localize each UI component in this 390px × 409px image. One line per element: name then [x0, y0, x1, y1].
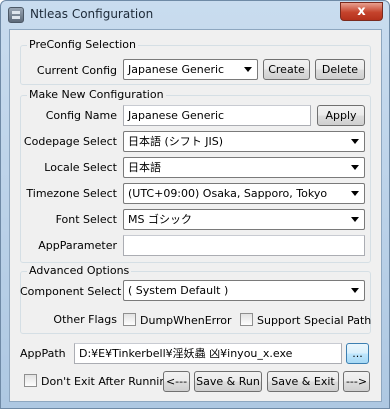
app-path-label: AppPath	[20, 347, 66, 360]
app-parameter-label: AppParameter	[38, 239, 117, 252]
component-value: ( System Default )	[128, 284, 229, 297]
config-window: Ntleas Configuration x PreConfig Selecti…	[0, 0, 390, 409]
config-name-input[interactable]: Japanese Generic	[123, 105, 311, 126]
locale-select[interactable]: 日本語	[123, 157, 365, 178]
timezone-label: Timezone Select	[26, 187, 117, 200]
component-select[interactable]: ( System Default )	[123, 280, 365, 301]
close-button[interactable]: x	[340, 2, 383, 21]
window-title: Ntleas Configuration	[30, 7, 154, 21]
font-select[interactable]: MS ゴシック	[123, 209, 365, 230]
support-special-path-checkbox[interactable]: Support Special Path	[240, 313, 371, 327]
previous-button[interactable]: <---	[163, 371, 190, 392]
app-path-input[interactable]: D:¥E¥Tinkerbell¥淫妖蟲 凶¥inyou_x.exe	[74, 343, 342, 364]
apply-button[interactable]: Apply	[317, 105, 365, 126]
advanced-group-title: Advanced Options	[27, 264, 132, 278]
support-special-path-label: Support Special Path	[257, 314, 372, 327]
dont-exit-box	[24, 374, 37, 387]
dont-exit-checkbox[interactable]: Don't Exit After Running	[24, 374, 173, 388]
save-and-run-button[interactable]: Save & Run	[194, 371, 262, 392]
config-name-label: Config Name	[45, 109, 117, 122]
app-parameter-input[interactable]	[123, 235, 365, 256]
new-config-group-title: Make New Configuration	[27, 88, 166, 102]
timezone-value: (UTC+09:00) Osaka, Sapporo, Tokyo	[128, 187, 328, 200]
create-button[interactable]: Create	[263, 59, 310, 80]
font-label: Font Select	[55, 213, 117, 226]
client-area: PreConfig Selection Current Config Japan…	[9, 29, 382, 402]
delete-button[interactable]: Delete	[315, 59, 365, 80]
locale-value: 日本語	[128, 161, 161, 174]
title-bar[interactable]: Ntleas Configuration x	[1, 1, 389, 29]
support-special-path-box	[240, 313, 253, 326]
save-and-exit-button[interactable]: Save & Exit	[267, 371, 339, 392]
codepage-select[interactable]: 日本語 (シフト JIS)	[123, 131, 365, 152]
app-icon	[8, 7, 24, 23]
codepage-value: 日本語 (シフト JIS)	[128, 135, 224, 148]
preconfig-group-title: PreConfig Selection	[27, 38, 138, 52]
dump-when-error-box	[123, 313, 136, 326]
dump-when-error-checkbox[interactable]: DumpWhenError	[123, 313, 232, 327]
font-value: MS ゴシック	[128, 213, 192, 226]
codepage-label: Codepage Select	[23, 135, 117, 148]
other-flags-label: Other Flags	[53, 313, 117, 326]
current-config-select[interactable]: Japanese Generic	[123, 59, 258, 80]
browse-button[interactable]: ...	[346, 343, 369, 364]
component-label: Component Select	[20, 285, 122, 298]
current-config-value: Japanese Generic	[128, 63, 225, 76]
current-config-label: Current Config	[36, 64, 117, 77]
dump-when-error-label: DumpWhenError	[140, 314, 232, 327]
locale-label: Locale Select	[44, 161, 117, 174]
timezone-select[interactable]: (UTC+09:00) Osaka, Sapporo, Tokyo	[123, 183, 365, 204]
dont-exit-label: Don't Exit After Running	[41, 375, 174, 388]
next-button[interactable]: --->	[343, 371, 370, 392]
